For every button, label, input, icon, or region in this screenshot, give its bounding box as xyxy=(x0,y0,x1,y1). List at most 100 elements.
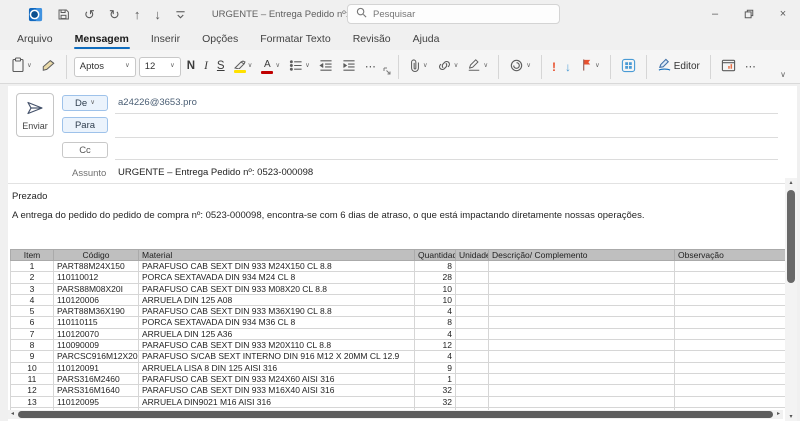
table-cell[interactable]: ARRUELA DIN9021 M16 AISI 316 xyxy=(139,396,415,407)
table-cell[interactable] xyxy=(489,396,675,407)
minimize-button[interactable]: – xyxy=(698,0,732,28)
follow-up-flag-button[interactable]: ∨ xyxy=(577,54,603,80)
table-cell[interactable] xyxy=(675,306,786,317)
table-cell[interactable]: 110120095 xyxy=(54,396,139,407)
table-cell[interactable] xyxy=(489,317,675,328)
table-row[interactable]: 7110120070ARRUELA DIN 125 A364 xyxy=(11,328,786,339)
table-cell[interactable]: 2 xyxy=(11,272,54,283)
table-cell[interactable]: PARAFUSO CAB SEXT DIN 933 M16X40 AISI 31… xyxy=(139,385,415,396)
table-cell[interactable]: 110110115 xyxy=(54,317,139,328)
tab-revisao[interactable]: Revisão xyxy=(342,28,402,50)
save-icon[interactable] xyxy=(57,8,70,21)
to-input[interactable] xyxy=(118,118,773,134)
low-importance-button[interactable]: ↓ xyxy=(562,54,574,80)
table-cell[interactable]: ARRUELA LISA 8 DIN 125 AISI 316 xyxy=(139,362,415,373)
table-cell[interactable]: 32 xyxy=(415,385,456,396)
table-row[interactable]: 11PARS316M2460PARAFUSO CAB SEXT DIN 933 … xyxy=(11,373,786,384)
high-importance-button[interactable]: ! xyxy=(549,54,559,80)
table-cell[interactable]: 3 xyxy=(11,283,54,294)
table-cell[interactable]: 5 xyxy=(11,306,54,317)
table-row[interactable]: 1PART88M24X150PARAFUSO CAB SEXT DIN 933 … xyxy=(11,261,786,272)
table-cell[interactable] xyxy=(675,396,786,407)
table-cell[interactable]: PARAFUSO CAB SEXT DIN 933 M24X60 AISI 31… xyxy=(139,373,415,384)
table-cell[interactable]: 4 xyxy=(11,294,54,305)
table-cell[interactable] xyxy=(456,385,489,396)
dialog-launcher-icon[interactable] xyxy=(383,62,391,80)
decrease-indent-button[interactable] xyxy=(316,54,336,80)
table-cell[interactable] xyxy=(489,272,675,283)
table-cell[interactable]: 4 xyxy=(415,328,456,339)
table-cell[interactable] xyxy=(456,317,489,328)
table-cell[interactable] xyxy=(675,340,786,351)
from-button[interactable]: De ∨ xyxy=(62,95,108,111)
table-row[interactable]: 10110120091ARRUELA LISA 8 DIN 125 AISI 3… xyxy=(11,362,786,373)
move-down-icon[interactable]: ↓ xyxy=(154,8,161,21)
table-cell[interactable]: 1 xyxy=(415,373,456,384)
font-color-button[interactable]: A ∨ xyxy=(258,54,283,80)
table-cell[interactable] xyxy=(675,373,786,384)
table-cell[interactable] xyxy=(489,306,675,317)
table-cell[interactable] xyxy=(456,373,489,384)
scroll-right-icon[interactable]: ▸ xyxy=(774,410,783,419)
table-cell[interactable]: 110120091 xyxy=(54,362,139,373)
table-cell[interactable]: PARAFUSO S/CAB SEXT INTERNO DIN 916 M12 … xyxy=(139,351,415,362)
customize-quick-access-icon[interactable] xyxy=(175,9,186,20)
table-cell[interactable] xyxy=(456,351,489,362)
collapse-ribbon-icon[interactable]: ∨ xyxy=(780,70,792,79)
table-row[interactable]: 9PARCSC916M12X20PARAFUSO S/CAB SEXT INTE… xyxy=(11,351,786,362)
close-button[interactable]: × xyxy=(766,0,800,28)
bullet-list-button[interactable]: ∨ xyxy=(286,54,313,80)
table-cell[interactable]: 12 xyxy=(11,385,54,396)
table-cell[interactable]: PARAFUSO CAB SEXT DIN 933 M36X190 CL 8.8 xyxy=(139,306,415,317)
table-cell[interactable]: 8 xyxy=(415,261,456,272)
table-cell[interactable]: 8 xyxy=(415,317,456,328)
table-cell[interactable] xyxy=(456,328,489,339)
table-cell[interactable]: 10 xyxy=(11,362,54,373)
table-cell[interactable] xyxy=(489,283,675,294)
table-cell[interactable] xyxy=(675,328,786,339)
table-row[interactable]: 12PARS316M1640PARAFUSO CAB SEXT DIN 933 … xyxy=(11,385,786,396)
table-cell[interactable] xyxy=(456,283,489,294)
table-cell[interactable] xyxy=(675,283,786,294)
table-cell[interactable]: 4 xyxy=(415,351,456,362)
scroll-left-icon[interactable]: ◂ xyxy=(8,410,17,419)
table-cell[interactable] xyxy=(675,362,786,373)
scroll-down-icon[interactable]: ▾ xyxy=(785,413,797,420)
table-cell[interactable] xyxy=(456,272,489,283)
undo-icon[interactable]: ↺ xyxy=(84,8,95,21)
table-cell[interactable]: 8 xyxy=(11,340,54,351)
vertical-scrollbar[interactable]: ▴ ▾ xyxy=(785,178,797,421)
attach-file-button[interactable]: ∨ xyxy=(406,54,431,80)
cc-button[interactable]: Cc xyxy=(62,142,108,158)
maximize-button[interactable] xyxy=(732,0,766,28)
table-cell[interactable] xyxy=(456,306,489,317)
horizontal-scrollbar[interactable]: ◂ ▸ xyxy=(8,410,783,419)
cc-input[interactable] xyxy=(118,142,773,158)
table-cell[interactable]: 7 xyxy=(11,328,54,339)
table-cell[interactable]: PARS316M2460 xyxy=(54,373,139,384)
table-cell[interactable]: PARS316M1640 xyxy=(54,385,139,396)
table-cell[interactable]: PORCA SEXTAVADA DIN 934 M24 CL 8 xyxy=(139,272,415,283)
underline-button[interactable]: S xyxy=(214,54,228,80)
table-cell[interactable] xyxy=(489,385,675,396)
move-up-icon[interactable]: ↑ xyxy=(134,8,141,21)
apps-button[interactable] xyxy=(618,54,639,80)
table-row[interactable]: 5PART88M36X190PARAFUSO CAB SEXT DIN 933 … xyxy=(11,306,786,317)
highlight-button[interactable]: ∨ xyxy=(231,54,256,80)
table-cell[interactable]: 10 xyxy=(415,283,456,294)
scroll-up-icon[interactable]: ▴ xyxy=(785,179,797,186)
table-cell[interactable] xyxy=(675,294,786,305)
font-name-select[interactable]: Aptos ∨ xyxy=(74,57,136,77)
redo-icon[interactable]: ↻ xyxy=(109,8,120,21)
table-cell[interactable] xyxy=(456,340,489,351)
subject-input[interactable] xyxy=(118,165,738,180)
italic-button[interactable]: I xyxy=(201,54,211,80)
table-cell[interactable] xyxy=(675,261,786,272)
table-cell[interactable]: PARAFUSO CAB SEXT DIN 933 M24X150 CL 8.8 xyxy=(139,261,415,272)
to-button[interactable]: Para xyxy=(62,117,108,133)
table-cell[interactable]: 110120070 xyxy=(54,328,139,339)
table-cell[interactable]: 28 xyxy=(415,272,456,283)
table-cell[interactable] xyxy=(675,317,786,328)
more-commands-button[interactable]: ⋯ xyxy=(742,54,760,80)
table-row[interactable]: 3PARS88M08X20IPARAFUSO CAB SEXT DIN 933 … xyxy=(11,283,786,294)
